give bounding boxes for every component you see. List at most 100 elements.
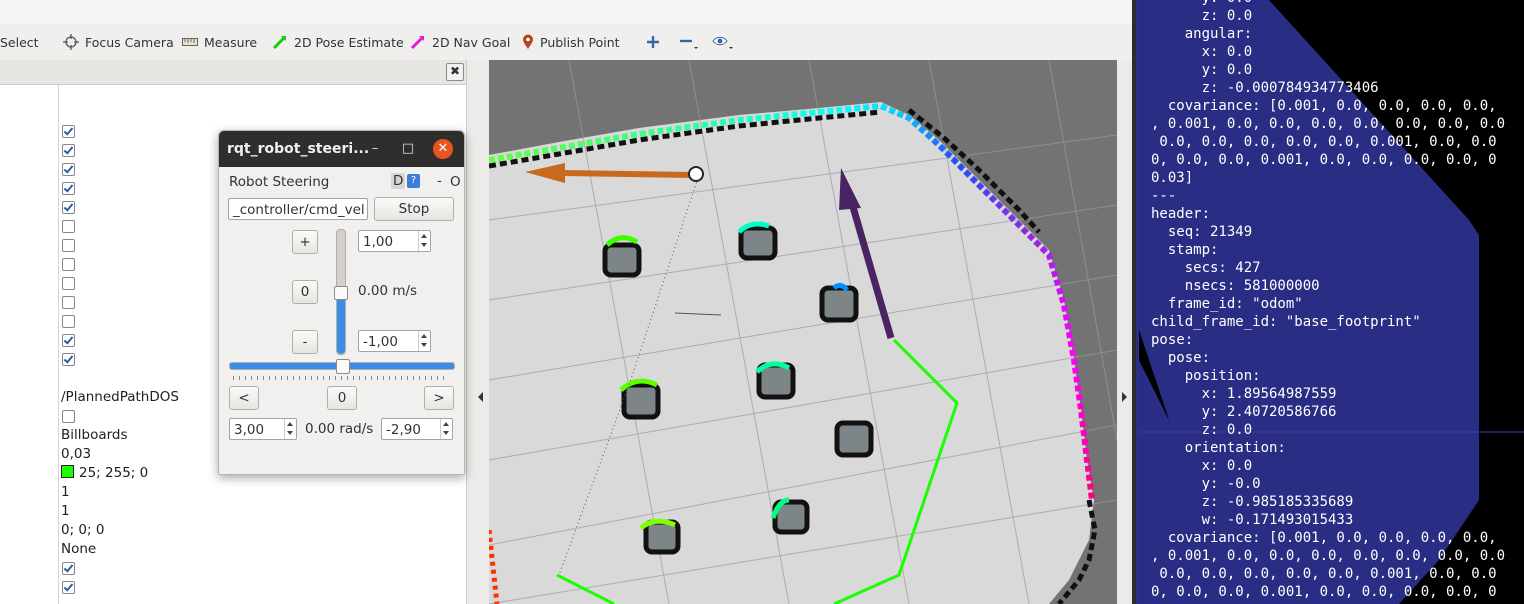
right-splitter[interactable]	[1117, 60, 1132, 604]
max-angular-value: 3,00	[234, 422, 265, 438]
magenta-arrow-icon	[410, 35, 425, 50]
linear-velocity-value: 0.00 m/s	[358, 283, 418, 299]
panel-header: ✖	[0, 60, 466, 85]
display-checkbox[interactable]	[62, 163, 75, 176]
select-tool[interactable]: Select	[0, 32, 39, 52]
pose-estimate-tool[interactable]: 2D Pose Estimate	[272, 32, 404, 52]
turn-left-button[interactable]: <	[229, 386, 259, 410]
bottom-checkbox-2[interactable]	[62, 581, 75, 594]
display-checkbox[interactable]	[62, 296, 75, 309]
add-tool-button[interactable]	[646, 32, 660, 52]
display-checkbox[interactable]	[62, 220, 75, 233]
min-linear-field[interactable]: -1,00	[358, 330, 431, 352]
decrease-linear-button[interactable]: -	[292, 330, 318, 354]
pose-style-value[interactable]: None	[61, 541, 96, 557]
turn-right-button[interactable]: >	[424, 386, 454, 410]
zero-angular-button[interactable]: 0	[327, 386, 357, 410]
max-angular-spinner[interactable]	[284, 419, 296, 439]
maximize-button[interactable]: □	[398, 139, 418, 159]
nav-goal-label: 2D Nav Goal	[432, 34, 511, 50]
green-arrow-icon	[272, 35, 287, 50]
stop-button[interactable]: Stop	[374, 197, 454, 221]
angular-slider[interactable]	[229, 359, 455, 374]
map-render	[489, 60, 1117, 604]
remove-tool-button[interactable]	[679, 32, 699, 52]
alpha-value[interactable]: 1	[61, 484, 70, 500]
display-checkbox[interactable]	[62, 201, 75, 214]
minus-icon	[680, 39, 698, 49]
planned-path-label: /PlannedPathDOS	[61, 389, 179, 405]
line-width-value[interactable]: 0,03	[61, 446, 91, 462]
increase-linear-button[interactable]: +	[292, 230, 318, 254]
view-dropdown-button[interactable]	[712, 32, 734, 52]
focus-camera-tool[interactable]: Focus Camera	[63, 32, 174, 52]
display-checkbox[interactable]	[62, 239, 75, 252]
rqt-title: rqt_robot_steeri...	[227, 141, 370, 157]
planned-path-checkbox[interactable]	[62, 410, 75, 423]
display-checkbox[interactable]	[62, 125, 75, 138]
close-button[interactable]: ✕	[433, 139, 453, 159]
3d-view[interactable]	[489, 60, 1117, 604]
min-angular-value: -2,90	[386, 422, 421, 438]
d-badge[interactable]: D	[391, 173, 406, 189]
linear-slider-fill	[337, 292, 345, 354]
billboards-label: Billboards	[61, 427, 128, 443]
minimize-button[interactable]: –	[365, 139, 385, 159]
display-checkbox[interactable]	[62, 182, 75, 195]
rqt-titlebar[interactable]: rqt_robot_steeri... – □ ✕	[219, 131, 464, 167]
crosshair-icon	[63, 34, 79, 50]
max-linear-spinner[interactable]	[418, 231, 430, 251]
terminal-window[interactable]: y: 0.0 z: 0.0 angular: x: 0.0 y: 0.0 z: …	[1139, 0, 1524, 604]
publish-point-label: Publish Point	[540, 34, 620, 50]
focus-camera-label: Focus Camera	[85, 34, 174, 50]
min-linear-value: -1,00	[363, 334, 398, 350]
ruler-icon	[182, 38, 198, 46]
select-label: Select	[0, 34, 39, 50]
display-checkbox[interactable]	[62, 315, 75, 328]
expand-right-icon[interactable]	[1122, 392, 1127, 402]
display-checkbox[interactable]	[62, 144, 75, 157]
pose-estimate-label: 2D Pose Estimate	[294, 34, 404, 50]
topic-field[interactable]: _controller/cmd_vel	[228, 198, 368, 220]
collapse-left-icon[interactable]	[478, 392, 483, 402]
linear-slider[interactable]	[334, 229, 348, 355]
angular-velocity-value: 0.00 rad/s	[305, 421, 374, 437]
max-linear-field[interactable]: 1,00	[358, 230, 431, 252]
plus-icon	[647, 36, 659, 48]
dash-button[interactable]: -	[437, 173, 442, 189]
zero-linear-button[interactable]: 0	[292, 280, 318, 304]
panel-close-button[interactable]: ✖	[446, 63, 464, 81]
display-checkbox[interactable]	[62, 334, 75, 347]
display-checkbox[interactable]	[62, 353, 75, 366]
color-swatch	[61, 465, 74, 478]
publish-point-tool[interactable]: Publish Point	[522, 32, 620, 52]
min-angular-spinner[interactable]	[440, 419, 452, 439]
eye-icon	[712, 36, 733, 49]
offset-value[interactable]: 0; 0; 0	[61, 522, 104, 538]
min-angular-field[interactable]: -2,90	[381, 418, 453, 440]
panel-splitter[interactable]	[466, 60, 489, 604]
o-button[interactable]: O	[450, 174, 461, 190]
rqt-robot-steering-window[interactable]: rqt_robot_steeri... – □ ✕ Robot Steering…	[218, 130, 465, 475]
column-divider	[58, 84, 59, 604]
nav-goal-tool[interactable]: 2D Nav Goal	[410, 32, 510, 52]
measure-tool[interactable]: Measure	[182, 32, 257, 52]
map-pin-icon	[523, 34, 533, 49]
display-checkbox[interactable]	[62, 277, 75, 290]
max-angular-field[interactable]: 3,00	[229, 418, 297, 440]
display-checkbox[interactable]	[62, 258, 75, 271]
buffer-length-value[interactable]: 1	[61, 503, 70, 519]
min-linear-spinner[interactable]	[418, 331, 430, 351]
measure-label: Measure	[204, 34, 258, 50]
color-value: 25; 255; 0	[79, 465, 149, 481]
max-linear-value: 1,00	[363, 234, 394, 250]
color-property[interactable]: 25; 255; 0	[61, 465, 148, 481]
help-icon[interactable]: ?	[407, 174, 420, 188]
linear-slider-handle[interactable]	[334, 286, 348, 300]
menubar	[0, 0, 1132, 25]
toolbar: Select Focus Camera Measure 2D Pose Esti…	[0, 24, 1132, 61]
bottom-checkbox-1[interactable]	[62, 562, 75, 575]
angular-slider-handle[interactable]	[336, 359, 350, 374]
terminal-output: y: 0.0 z: 0.0 angular: x: 0.0 y: 0.0 z: …	[1151, 0, 1506, 600]
angular-slider-ticks	[233, 376, 449, 380]
